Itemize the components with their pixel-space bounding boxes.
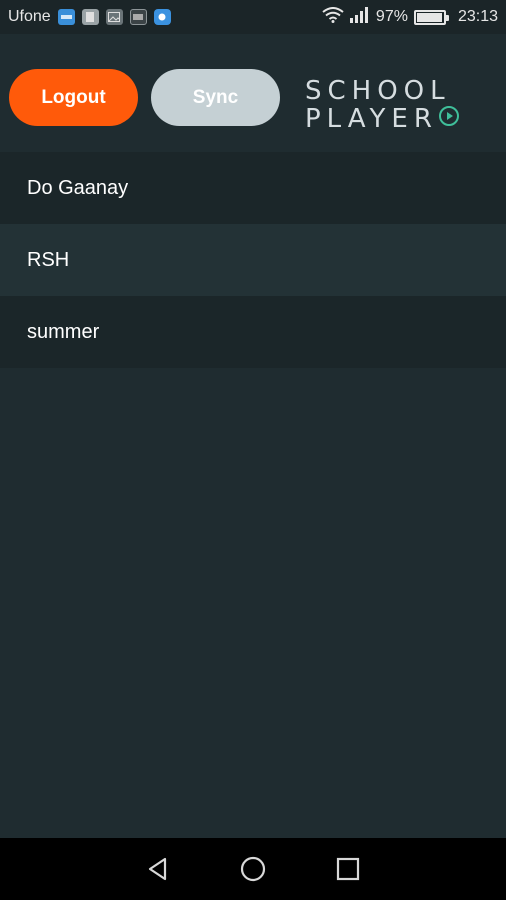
playlist-item[interactable]: Do Gaanay xyxy=(0,152,506,224)
playlist-item-label: Do Gaanay xyxy=(27,176,129,199)
battery-fill xyxy=(416,12,443,22)
wifi-icon xyxy=(322,6,344,28)
navigation-bar xyxy=(0,838,506,900)
message-notification-icon xyxy=(153,9,171,25)
logo-line-1: SCHOOL xyxy=(305,76,451,106)
media-notification-icon xyxy=(129,9,147,25)
status-left: Ufone xyxy=(8,8,171,26)
logo-line-2: PLAYER xyxy=(305,103,438,134)
playlist-item-label: summer xyxy=(27,320,100,343)
home-icon[interactable] xyxy=(233,849,273,889)
sync-button[interactable]: Sync xyxy=(151,69,280,126)
status-right: 97% 23:13 xyxy=(322,6,498,28)
battery-percent: 97% xyxy=(375,8,408,25)
clock: 23:13 xyxy=(457,8,498,25)
play-icon xyxy=(438,105,460,133)
notification-blue-icon xyxy=(57,9,75,25)
carrier-label: Ufone xyxy=(8,8,51,25)
logout-button[interactable]: Logout xyxy=(9,69,138,126)
battery-icon xyxy=(413,9,449,25)
image-notification-icon xyxy=(105,9,123,25)
playlist-item[interactable]: RSH xyxy=(0,224,506,296)
signal-icon xyxy=(349,6,370,28)
logo-line-2-wrap: PLAYER xyxy=(305,105,495,133)
status-bar: Ufone 97% 23:13 xyxy=(0,0,506,34)
notification-grey-icon xyxy=(81,9,99,25)
playlist-item[interactable]: summer xyxy=(0,296,506,368)
playlist-item-label: RSH xyxy=(27,248,70,271)
recents-icon[interactable] xyxy=(328,849,368,889)
back-icon[interactable] xyxy=(138,849,178,889)
header: Logout Sync SCHOOL PLAYER xyxy=(0,34,506,152)
school-player-logo: SCHOOL PLAYER xyxy=(305,78,495,133)
playlist-list: Do Gaanay RSH summer xyxy=(0,152,506,368)
